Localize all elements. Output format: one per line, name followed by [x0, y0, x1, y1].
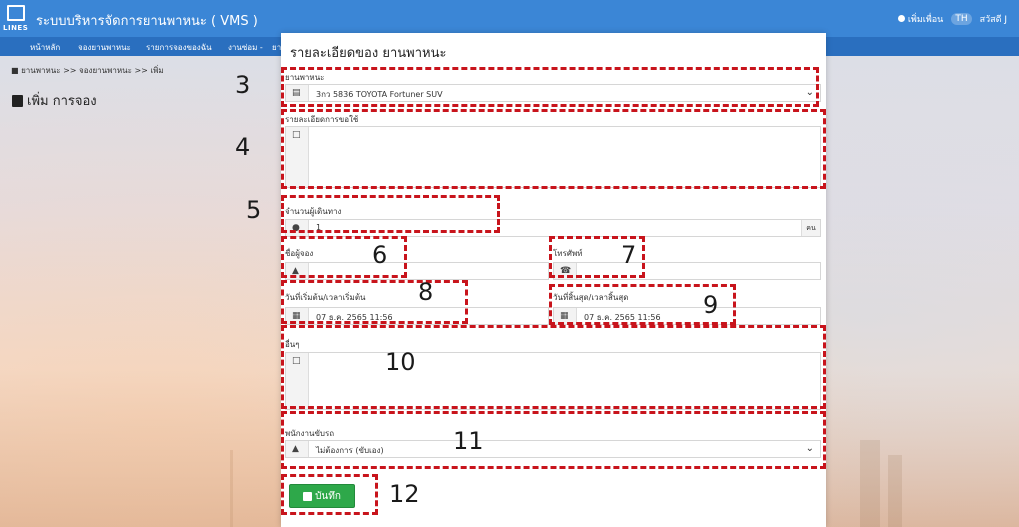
annotation-box-3 — [281, 67, 819, 107]
nav-home[interactable]: หน้าหลัก — [30, 41, 60, 54]
annotation-number-6: 6 — [372, 241, 388, 269]
nav-repair[interactable]: งานซ่อม - — [228, 41, 263, 54]
passengers-unit: คน — [801, 220, 820, 236]
annotation-box-11 — [281, 411, 826, 469]
annotation-number-7: 7 — [621, 241, 637, 269]
building-silhouette — [860, 440, 880, 527]
book-icon — [12, 94, 23, 107]
nav-book-vehicle[interactable]: จองยานพาหนะ — [78, 41, 131, 54]
annotation-box-4 — [281, 109, 826, 189]
annotation-number-3: 3 — [235, 71, 251, 99]
annotation-number-5: 5 — [246, 196, 262, 224]
add-friend-link[interactable]: เพิ่มเพื่อน — [897, 12, 944, 26]
user-greeting[interactable]: สวัสดี J — [980, 12, 1007, 26]
breadcrumb: ■ ยานพาหนะ >> จองยานพาหนะ >> เพิ่ม — [11, 64, 164, 77]
annotation-number-10: 10 — [385, 348, 416, 376]
building-silhouette — [888, 455, 902, 527]
app-title: ระบบบริหารจัดการยานพาหนะ ( VMS ) — [36, 14, 258, 29]
crane-silhouette — [230, 450, 233, 527]
top-bar: LINES ระบบบริหารจัดการยานพาหนะ ( VMS ) เ… — [0, 0, 1019, 37]
modal-title: รายละเอียดของ ยานพาหนะ — [290, 46, 447, 61]
page-title: เพิ่ม การจอง — [12, 90, 97, 111]
nav-my-bookings[interactable]: รายการจองของฉัน — [146, 41, 212, 54]
annotation-number-4: 4 — [235, 133, 251, 161]
add-friend-label: เพิ่มเพื่อน — [907, 15, 944, 25]
annotation-number-12: 12 — [389, 480, 420, 508]
language-switch[interactable]: TH — [951, 13, 972, 25]
annotation-box-5 — [281, 195, 500, 233]
breadcrumb-text: ยานพาหนะ >> จองยานพาหนะ >> เพิ่ม — [21, 66, 164, 75]
annotation-number-11: 11 — [453, 427, 484, 455]
top-right-menu: เพิ่มเพื่อน TH สวัสดี J — [897, 12, 1007, 26]
app-logo: LINES — [3, 5, 29, 32]
annotation-box-10 — [281, 325, 826, 409]
circle-icon — [897, 15, 905, 22]
page-title-text: เพิ่ม การจอง — [27, 94, 97, 109]
annotation-box-8 — [281, 280, 468, 324]
annotation-box-12 — [281, 474, 378, 515]
annotation-number-8: 8 — [418, 278, 434, 306]
nav-more[interactable]: ยา — [272, 41, 281, 54]
annotation-box-6 — [281, 236, 407, 278]
annotation-number-9: 9 — [703, 291, 719, 319]
car-icon: ■ — [11, 66, 22, 75]
